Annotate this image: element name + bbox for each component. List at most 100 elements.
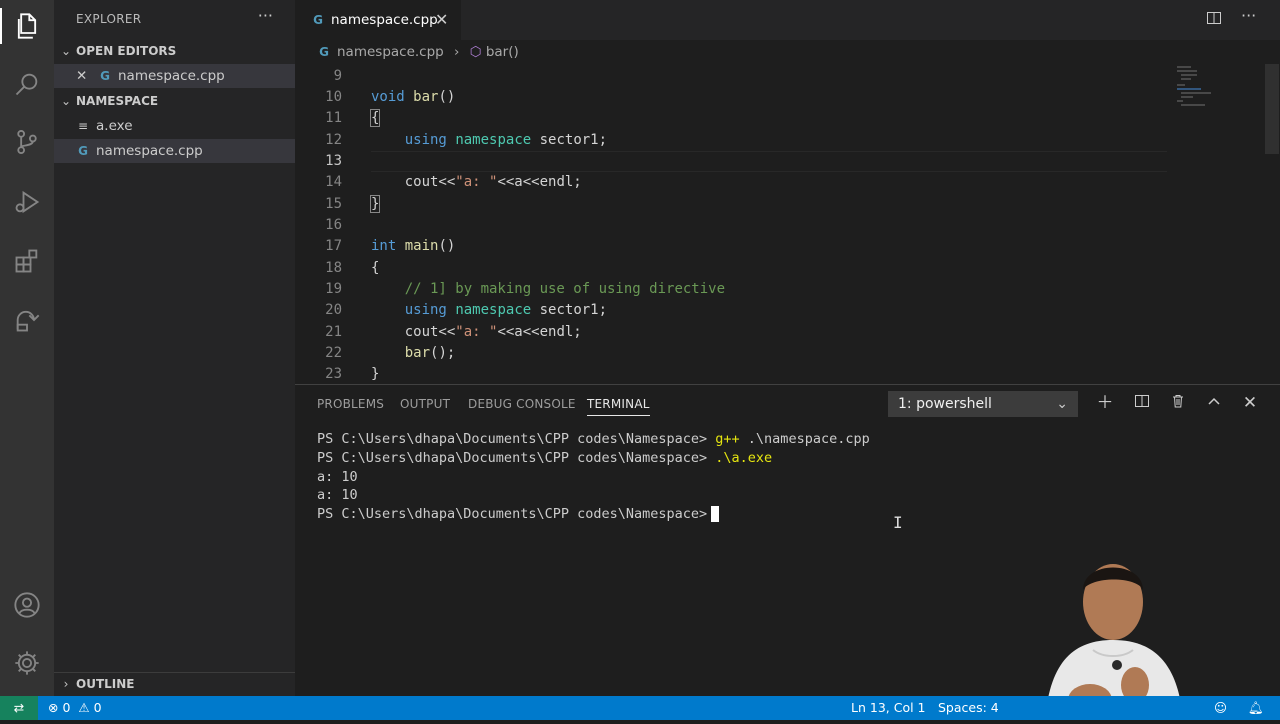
chevron-down-icon: ⌄ — [60, 94, 72, 108]
line-number: 9 — [333, 68, 342, 84]
terminal-command: g++ — [715, 431, 740, 447]
line-number: 20 — [325, 302, 342, 318]
account-icon[interactable] — [0, 581, 54, 629]
keyword: void — [371, 89, 405, 105]
line-number: 21 — [325, 324, 342, 340]
folder-section[interactable]: ⌄ NAMESPACE — [54, 90, 295, 112]
folder-label: NAMESPACE — [76, 94, 159, 108]
keyword-namespace: namespace — [455, 302, 532, 318]
line-number: 12 — [325, 132, 342, 148]
tab-output[interactable]: OUTPUT — [400, 397, 450, 411]
code-line: // 1] by making use of using directive — [371, 279, 725, 300]
error-icon: ⊗ — [48, 700, 59, 715]
identifier: <<a<<endl; — [497, 174, 582, 190]
line-number: 23 — [325, 366, 342, 382]
explorer-icon[interactable] — [0, 2, 54, 50]
line-number: 22 — [325, 345, 342, 361]
open-editor-item[interactable]: ✕ Gnamespace.cpp — [54, 64, 295, 88]
cpp-file-icon: G — [313, 13, 323, 27]
function-symbol-icon: ⬡ — [469, 44, 482, 60]
outline-section[interactable]: › OUTLINE — [54, 672, 295, 695]
tab-debug-console[interactable]: DEBUG CONSOLE — [468, 397, 576, 411]
warning-icon: ⚠ — [78, 700, 90, 715]
keyword: using — [404, 132, 447, 148]
terminal-selector[interactable]: 1: powershell ⌄ — [888, 391, 1078, 417]
terminal-argument: .\namespace.cpp — [739, 431, 870, 447]
sidebar-title: EXPLORER — [76, 12, 142, 26]
activity-bar — [0, 0, 54, 696]
function-name: bar — [404, 345, 431, 361]
remote-indicator-icon[interactable]: ⇄ — [0, 696, 38, 720]
more-actions-icon[interactable]: ··· — [1241, 6, 1256, 25]
identifier: cout<< — [404, 324, 456, 340]
punctuation: } — [371, 366, 380, 382]
maximize-panel-icon[interactable] — [1204, 393, 1224, 413]
line-number: 18 — [325, 260, 342, 276]
line-number: 17 — [325, 238, 342, 254]
status-bar: ⇄ ⊗ 0 ⚠ 0 Ln 13, Col 1 Spaces: 4 ☺ 🔔︎ — [0, 696, 1280, 720]
cpp-file-icon: G — [319, 45, 329, 59]
new-terminal-icon[interactable]: ＋ — [1095, 393, 1115, 413]
breadcrumb-file[interactable]: namespace.cpp — [337, 44, 444, 60]
error-count: 0 — [62, 700, 71, 715]
code-line: bar(); — [371, 343, 456, 364]
feedback-icon[interactable]: ☺ — [1214, 696, 1227, 720]
split-editor-icon[interactable] — [1206, 10, 1222, 30]
extensions-icon[interactable] — [0, 237, 54, 285]
breadcrumb-symbol[interactable]: bar() — [486, 44, 519, 60]
indentation-setting[interactable]: Spaces: 4 — [938, 696, 999, 720]
source-control-icon[interactable] — [0, 118, 54, 166]
cursor-position[interactable]: Ln 13, Col 1 — [851, 696, 926, 720]
notifications-bell-icon[interactable]: 🔔︎ — [1248, 696, 1264, 720]
tab-terminal[interactable]: TERMINAL — [587, 397, 650, 416]
more-actions-icon[interactable]: ··· — [258, 6, 273, 25]
terminal-line: PS C:\Users\dhapa\Documents\CPP codes\Na… — [317, 430, 870, 449]
explorer-sidebar: EXPLORER ··· ⌄ OPEN EDITORS ✕ Gnamespace.c… — [54, 0, 295, 696]
close-panel-icon[interactable]: ✕ — [1240, 393, 1260, 413]
code-line: int main() — [371, 236, 455, 257]
terminal-output: a: 10 — [317, 469, 358, 485]
close-icon[interactable]: ✕ — [76, 64, 98, 88]
line-number: 14 — [325, 174, 342, 190]
remote-explorer-icon[interactable] — [0, 296, 54, 344]
terminal-cursor — [711, 506, 720, 522]
editor-scrollbar[interactable] — [1265, 64, 1279, 384]
code-editor[interactable]: 9 10 11 12 13 14 15 16 17 18 19 20 21 22… — [295, 64, 1280, 384]
chevron-down-icon: ⌄ — [1056, 396, 1068, 412]
keyword: int — [371, 238, 397, 254]
tab-problems[interactable]: PROBLEMS — [317, 397, 384, 411]
string-literal: "a: " — [455, 324, 498, 340]
file-item-a-exe[interactable]: ≡ a.exe — [54, 114, 295, 138]
line-number: 13 — [325, 153, 342, 169]
run-debug-icon[interactable] — [0, 178, 54, 226]
split-terminal-icon[interactable] — [1132, 393, 1152, 413]
bracket-match: } — [369, 195, 381, 213]
terminal-prompt: PS C:\Users\dhapa\Documents\CPP codes\Na… — [317, 431, 708, 447]
function-name: bar — [413, 89, 439, 105]
problems-indicator[interactable]: ⊗ 0 ⚠ 0 — [48, 696, 102, 720]
terminal-output: a: 10 — [317, 487, 358, 503]
search-icon[interactable] — [0, 60, 54, 108]
punctuation: () — [438, 89, 456, 105]
settings-gear-icon[interactable] — [0, 639, 54, 687]
code-line: } — [371, 364, 379, 384]
chevron-down-icon: ⌄ — [60, 44, 72, 58]
current-line-highlight — [371, 151, 1167, 172]
open-editor-filename: namespace.cpp — [118, 68, 225, 84]
function-name: main — [404, 238, 439, 254]
open-editors-section[interactable]: ⌄ OPEN EDITORS — [54, 40, 295, 62]
minimap[interactable] — [1175, 64, 1265, 124]
tab-namespace-cpp[interactable]: Gnamespace.cpp ✕ — [295, 0, 461, 40]
line-number: 10 — [325, 89, 342, 105]
file-item-namespace-cpp[interactable]: Gnamespace.cpp — [54, 139, 295, 163]
text-cursor-icon: I — [893, 513, 903, 532]
terminal-prompt: PS C:\Users\dhapa\Documents\CPP codes\Na… — [317, 450, 708, 466]
tab-label: namespace.cpp — [331, 12, 438, 28]
code-line: cout<<"a: "<<a<<endl; — [371, 172, 582, 193]
identifier: <<a<<endl; — [497, 324, 582, 340]
terminal-line[interactable]: PS C:\Users\dhapa\Documents\CPP codes\Na… — [317, 505, 720, 524]
code-line: using namespace sector1; — [371, 130, 607, 151]
code-line: void bar() — [371, 87, 455, 108]
trash-icon[interactable] — [1168, 393, 1188, 413]
close-icon[interactable]: ✕ — [435, 0, 448, 40]
